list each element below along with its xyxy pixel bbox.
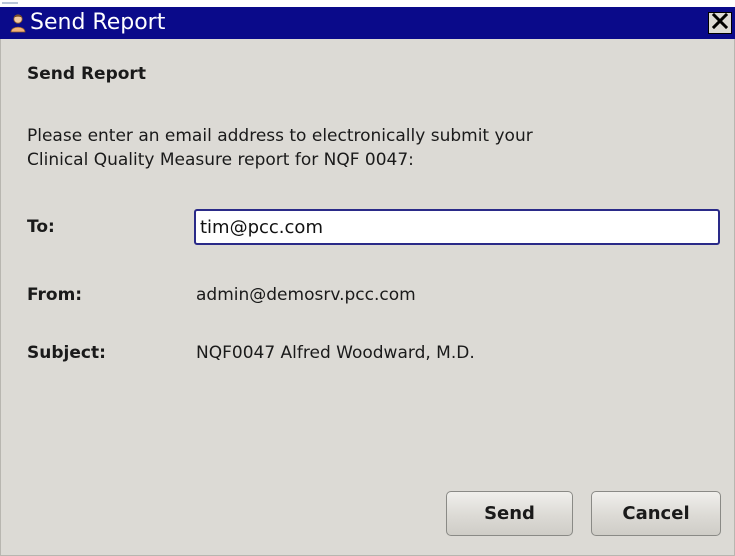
subject-value: NQF0047 Alfred Woodward, M.D. [196,343,475,363]
user-icon [8,13,28,33]
description-line-1: Please enter an email address to electro… [27,126,533,146]
dialog-description: Please enter an email address to electro… [27,124,717,172]
from-value: admin@demosrv.pcc.com [196,285,416,305]
cancel-button[interactable]: Cancel [591,491,721,536]
edge-tick [2,2,18,4]
send-report-dialog [0,7,735,556]
title-bar[interactable]: Send Report [0,7,735,39]
subject-label: Subject: [27,343,106,363]
window-title: Send Report [30,10,166,35]
send-button[interactable]: Send [446,491,573,536]
to-label: To: [27,217,55,237]
close-icon [711,12,729,33]
from-label: From: [27,285,83,305]
close-button[interactable] [708,12,732,34]
top-edge-strip [0,0,735,7]
description-line-2: Clinical Quality Measure report for NQF … [27,150,414,170]
to-email-input[interactable] [194,209,720,245]
dialog-heading: Send Report [27,64,146,84]
